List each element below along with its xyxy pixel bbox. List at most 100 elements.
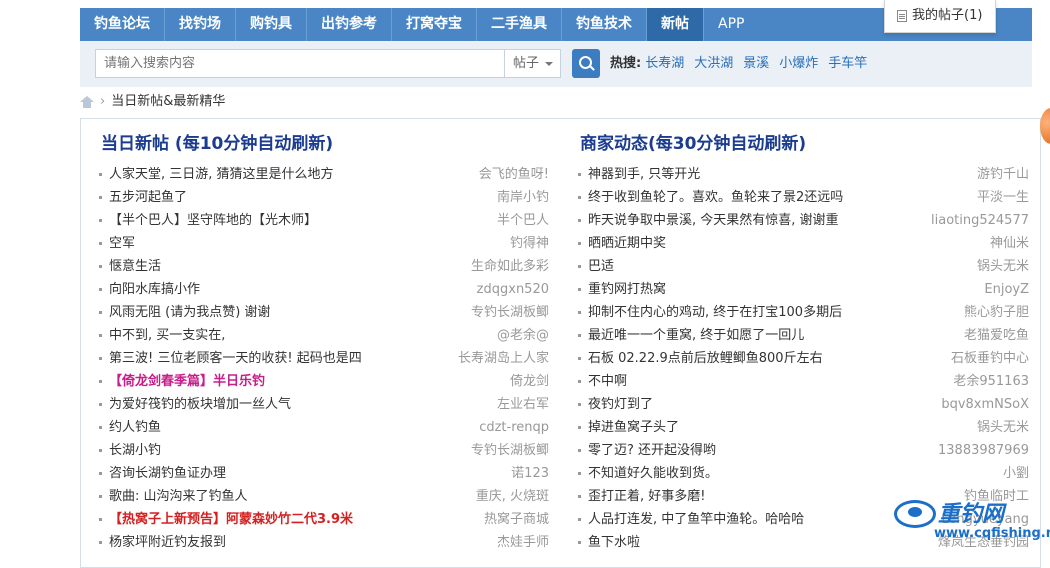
post-title-link[interactable]: 空军 <box>109 236 135 251</box>
post-author-link[interactable]: EnjoyZ <box>984 278 1029 301</box>
nav-item[interactable]: 打窝夺宝 <box>392 8 477 41</box>
post-title-link[interactable]: 【倚龙剑春季篇】半日乐钓 <box>109 374 265 389</box>
post-title-link[interactable]: 咨询长湖钓鱼证办理 <box>109 466 226 481</box>
post-author-link[interactable]: 钓得神 <box>510 232 549 255</box>
post-author-link[interactable]: 生命如此多彩 <box>471 255 549 278</box>
post-title-link[interactable]: 歌曲: 山沟沟来了钓鱼人 <box>109 489 248 504</box>
post-author-link[interactable]: 13883987969 <box>938 439 1029 462</box>
hot-search-label: 热搜: <box>610 56 642 71</box>
post-author-link[interactable]: 南岸小钓 <box>497 186 549 209</box>
post-author-link[interactable]: 杰娃手师 <box>497 531 549 554</box>
merchant-news-column: 商家动态(每30分钟自动刷新) 神器到手, 只等开光 游钓千山 终于收到鱼轮了。喜欢… <box>568 131 1029 554</box>
post-title-link[interactable]: 【热窝子上新预告】阿蒙森妙竹二代3.9米 <box>109 512 353 527</box>
post-author-link[interactable]: zdqgxn520 <box>477 278 549 301</box>
list-item: 第三波! 三位老顾客一天的收获! 起码也是四 长寿湖岛上人家 <box>89 347 549 370</box>
nav-item[interactable]: 找钓场 <box>165 8 236 41</box>
post-author-link[interactable]: 左业右军 <box>497 393 549 416</box>
post-author-link[interactable]: 诺123 <box>511 462 549 485</box>
post-title-link[interactable]: 【半个巴人】坚守阵地的【光木师】 <box>109 213 317 228</box>
nav-item[interactable]: APP <box>704 8 758 41</box>
post-title-link[interactable]: 鱼下水啦 <box>588 535 640 550</box>
hot-search-link[interactable]: 景溪 <box>743 56 769 71</box>
post-title-link[interactable]: 约人钓鱼 <box>109 420 161 435</box>
post-author-link[interactable]: 重庆, 火烧斑 <box>476 485 549 508</box>
post-author-link[interactable]: 锅头无米 <box>977 255 1029 278</box>
post-title-link[interactable]: 最近唯一一个重窝, 终于如愿了一回儿 <box>588 328 804 343</box>
post-title-link[interactable]: 重钓网打热窝 <box>588 282 666 297</box>
post-title-link[interactable]: 风雨无阻 (请为我点赞) 谢谢 <box>109 305 270 320</box>
post-author-link[interactable]: 会飞的鱼呀! <box>479 163 549 186</box>
post-title-link[interactable]: 掉进鱼窝子头了 <box>588 420 679 435</box>
post-author-link[interactable]: 老猫爱吃鱼 <box>964 324 1029 347</box>
nav-item[interactable]: 购钓具 <box>236 8 307 41</box>
floating-widget-icon[interactable] <box>1040 108 1050 144</box>
nav-item[interactable]: 新帖 <box>647 8 704 41</box>
list-item: 风雨无阻 (请为我点赞) 谢谢 专钓长湖板鲫 <box>89 301 549 324</box>
post-title-link[interactable]: 神器到手, 只等开光 <box>588 167 700 182</box>
hot-search-link[interactable]: 手车竿 <box>828 56 867 71</box>
new-posts-column: 当日新帖 (每10分钟自动刷新) 人家天堂, 三日游, 猜猜这里是什么地方 会飞的… <box>89 131 549 554</box>
post-author-link[interactable]: 石板垂钓中心 <box>951 347 1029 370</box>
list-item: 不知道好久能收到货。 小劉 <box>568 462 1029 485</box>
post-author-link[interactable]: 专钓长湖板鲫 <box>471 439 549 462</box>
breadcrumb: › 当日新帖&最新精华 <box>80 92 225 112</box>
post-title-link[interactable]: 为爱好筏钓的板块增加一丝人气 <box>109 397 291 412</box>
post-author-link[interactable]: 倚龙剑 <box>510 370 549 393</box>
search-input[interactable] <box>96 50 504 77</box>
nav-item[interactable]: 钓鱼论坛 <box>80 8 165 41</box>
search-icon-handle <box>589 65 595 71</box>
post-title-link[interactable]: 长湖小钓 <box>109 443 161 458</box>
post-title-link[interactable]: 终于收到鱼轮了。喜欢。鱼轮来了景2还远吗 <box>588 190 843 205</box>
post-author-link[interactable]: bqv8xmNSoX <box>941 393 1029 416</box>
list-item: 重钓网打热窝 EnjoyZ <box>568 278 1029 301</box>
post-author-link[interactable]: 半个巴人 <box>497 209 549 232</box>
post-author-link[interactable]: @老余@ <box>497 324 549 347</box>
post-title-link[interactable]: 杨家坪附近钓友报到 <box>109 535 226 550</box>
search-button[interactable] <box>572 49 600 78</box>
post-author-link[interactable]: 热窝子商城 <box>484 508 549 531</box>
post-author-link[interactable]: cdzt-renqp <box>479 416 549 439</box>
hot-search-link[interactable]: 大洪湖 <box>694 56 733 71</box>
post-author-link[interactable]: 熊心豹子胆 <box>964 301 1029 324</box>
my-posts-dropdown[interactable]: 我的帖子(1) <box>884 0 996 33</box>
hot-search-link[interactable]: 长寿湖 <box>645 56 684 71</box>
post-title-link[interactable]: 第三波! 三位老顾客一天的收获! 起码也是四 <box>109 351 362 366</box>
post-title-link[interactable]: 惬意生活 <box>109 259 161 274</box>
post-author-link[interactable]: 平淡一生 <box>977 186 1029 209</box>
post-title-link[interactable]: 人家天堂, 三日游, 猜猜这里是什么地方 <box>109 167 334 182</box>
watermark-title: 重钓网 <box>938 502 1005 527</box>
post-title-link[interactable]: 石板 02.22.9点前后放鲤鲫鱼800斤左右 <box>588 351 823 366</box>
nav-item[interactable]: 二手渔具 <box>477 8 562 41</box>
hot-search-link[interactable]: 小爆炸 <box>779 56 818 71</box>
post-author-link[interactable]: 小劉 <box>1003 462 1029 485</box>
post-title-link[interactable]: 歪打正着, 好事多磨! <box>588 489 705 504</box>
search-input-wrapper <box>95 49 505 78</box>
post-title-link[interactable]: 不知道好久能收到货。 <box>588 466 718 481</box>
post-author-link[interactable]: 专钓长湖板鲫 <box>471 301 549 324</box>
nav-item[interactable]: 出钓参考 <box>307 8 392 41</box>
nav-item[interactable]: 钓鱼技术 <box>562 8 647 41</box>
post-author-link[interactable]: 神仙米 <box>990 232 1029 255</box>
post-title-link[interactable]: 昨天说争取中景溪, 今天果然有惊喜, 谢谢重 <box>588 213 839 228</box>
post-title-link[interactable]: 不中啊 <box>588 374 627 389</box>
post-title-link[interactable]: 五步河起鱼了 <box>109 190 187 205</box>
post-title-link[interactable]: 中不到, 买一支实在, <box>109 328 225 343</box>
post-author-link[interactable]: 游钓千山 <box>977 163 1029 186</box>
post-author-link[interactable]: 锅头无米 <box>977 416 1029 439</box>
watermark-url: www.cqfishing.net <box>934 526 1050 541</box>
document-icon <box>897 10 907 22</box>
post-title-link[interactable]: 晒晒近期中奖 <box>588 236 666 251</box>
home-icon[interactable] <box>80 96 94 108</box>
post-title-link[interactable]: 人品打连发, 中了鱼竿中渔轮。哈哈哈 <box>588 512 804 527</box>
post-title-link[interactable]: 夜钓灯到了 <box>588 397 653 412</box>
post-title-link[interactable]: 巴适 <box>588 259 614 274</box>
post-title-link[interactable]: 抑制不住内心的鸡动, 终于在打宝100多期后 <box>588 305 842 320</box>
list-item: 最近唯一一个重窝, 终于如愿了一回儿 老猫爱吃鱼 <box>568 324 1029 347</box>
post-author-link[interactable]: liaoting524577 <box>931 209 1029 232</box>
list-item: 为爱好筏钓的板块增加一丝人气 左业右军 <box>89 393 549 416</box>
post-title-link[interactable]: 零了迈? 还开起没得哟 <box>588 443 716 458</box>
post-author-link[interactable]: 长寿湖岛上人家 <box>458 347 549 370</box>
post-title-link[interactable]: 向阳水库搞小作 <box>109 282 200 297</box>
post-author-link[interactable]: 老余951163 <box>953 370 1029 393</box>
search-type-select[interactable]: 帖子 <box>504 49 561 78</box>
